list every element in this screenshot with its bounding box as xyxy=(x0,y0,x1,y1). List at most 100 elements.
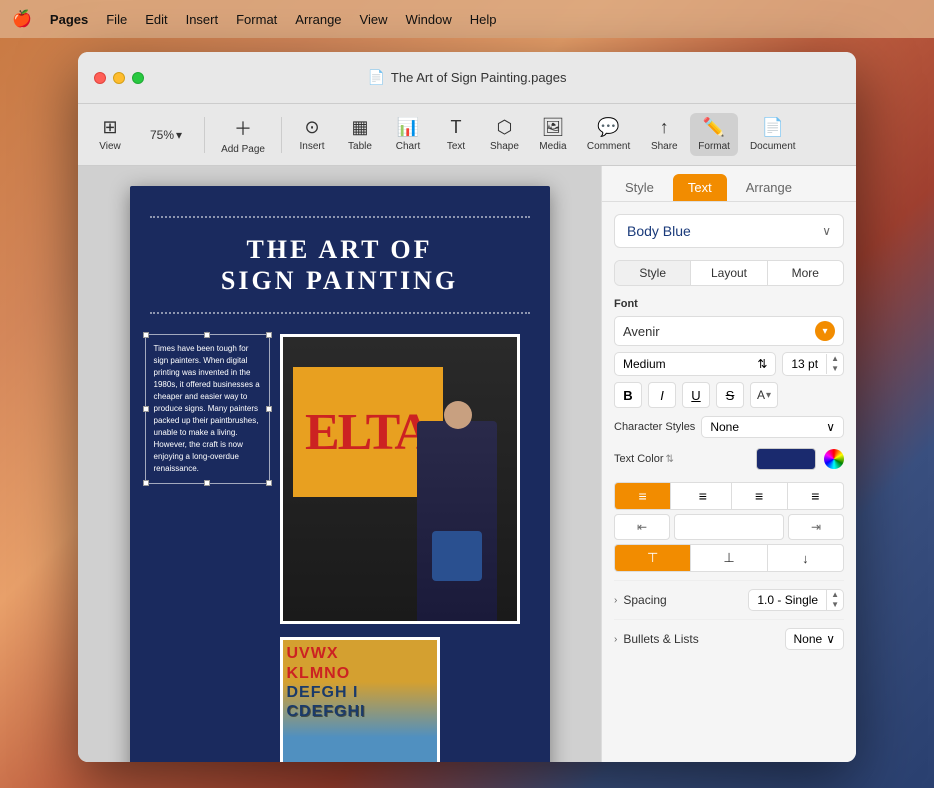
underline-button[interactable]: U xyxy=(682,382,710,408)
font-size-down[interactable]: ▼ xyxy=(827,364,843,374)
vert-align-top-button[interactable]: ⊤ xyxy=(614,544,690,572)
toolbar-add-page[interactable]: ＋ Add Page xyxy=(213,111,273,159)
tab-style[interactable]: Style xyxy=(610,174,669,201)
main-window: 📄 The Art of Sign Painting.pages ⊞ View … xyxy=(78,52,856,762)
main-photo[interactable]: ELTA xyxy=(280,334,520,624)
toolbar-view[interactable]: ⊞ View xyxy=(88,113,132,156)
menu-insert[interactable]: Insert xyxy=(186,12,219,27)
alpha-row-2: KLMNO xyxy=(287,664,433,683)
handle-top-middle[interactable] xyxy=(204,332,210,338)
right-panel: Style Text Arrange Body Blue ∨ Style Lay… xyxy=(601,166,856,762)
spacing-row[interactable]: › Spacing 1.0 - Single ▲ ▼ xyxy=(614,580,844,619)
alpha-row-3: DEFGH I xyxy=(287,683,433,702)
zoom-button[interactable] xyxy=(132,72,144,84)
sub-tab-style[interactable]: Style xyxy=(615,261,691,285)
toolbar-text[interactable]: T Text xyxy=(434,113,478,156)
color-wheel-icon[interactable] xyxy=(824,449,844,469)
menu-edit[interactable]: Edit xyxy=(145,12,167,27)
canvas-area[interactable]: THE ART OF SIGN PAINTING xyxy=(78,166,601,762)
bullets-chevron-down-icon: ∨ xyxy=(826,632,835,646)
text-icon: T xyxy=(451,117,462,138)
spacing-chevron-icon: › xyxy=(614,595,617,606)
menu-window[interactable]: Window xyxy=(405,12,451,27)
font-style-row: Medium ⇅ 13 pt ▲ ▼ xyxy=(614,352,844,376)
title-line-2: SIGN PAINTING xyxy=(150,265,530,296)
alphabet-photo[interactable]: UVWX KLMNO DEFGH I CDEFGHI xyxy=(280,637,440,762)
chart-icon: 📊 xyxy=(397,117,419,138)
zoom-value: 75% xyxy=(150,128,174,142)
spacing-control[interactable]: 1.0 - Single ▲ ▼ xyxy=(748,589,844,611)
insert-icon: ⊙ xyxy=(304,117,319,138)
font-name-selector[interactable]: Avenir ▾ xyxy=(614,316,844,346)
alpha-row-1: UVWX xyxy=(287,644,433,663)
style-name: Body Blue xyxy=(627,223,691,239)
handle-bottom-left[interactable] xyxy=(143,480,149,486)
toolbar-share[interactable]: ↑ Share xyxy=(642,113,686,156)
menu-file[interactable]: File xyxy=(106,12,127,27)
handle-middle-left[interactable] xyxy=(143,406,149,412)
bullets-value: None xyxy=(794,632,823,646)
char-styles-selector[interactable]: None ∨ xyxy=(701,416,844,438)
page-body: Times have been tough for sign painters.… xyxy=(130,334,550,762)
toolbar-media[interactable]: 🖼 Media xyxy=(531,113,575,156)
sub-tab-layout[interactable]: Layout xyxy=(691,261,767,285)
handle-bottom-right[interactable] xyxy=(266,480,272,486)
toolbar-shape[interactable]: ⬡ Shape xyxy=(482,113,527,156)
char-styles-chevron-icon: ∨ xyxy=(826,420,835,434)
handle-middle-right[interactable] xyxy=(266,406,272,412)
align-center-button[interactable]: ≡ xyxy=(670,482,730,510)
align-right-button[interactable]: ≡ xyxy=(731,482,787,510)
document-label: Document xyxy=(750,141,796,152)
text-box[interactable]: Times have been tough for sign painters.… xyxy=(145,334,270,484)
menu-arrange[interactable]: Arrange xyxy=(295,12,341,27)
font-size-value: 13 pt xyxy=(783,353,826,375)
style-chevron-icon: ∨ xyxy=(822,224,831,238)
close-button[interactable] xyxy=(94,72,106,84)
tab-arrange[interactable]: Arrange xyxy=(731,174,807,201)
menu-help[interactable]: Help xyxy=(470,12,497,27)
style-selector[interactable]: Body Blue ∨ xyxy=(614,214,844,248)
table-icon: ▦ xyxy=(351,117,368,138)
media-icon: 🖼 xyxy=(541,117,564,138)
align-left-button[interactable]: ≡ xyxy=(614,482,670,510)
indent-increase-button[interactable]: ⇥ xyxy=(788,514,844,540)
italic-button[interactable]: I xyxy=(648,382,676,408)
vert-align-bottom-button[interactable]: ↓ xyxy=(767,544,844,572)
tab-text[interactable]: Text xyxy=(673,174,727,201)
menu-format[interactable]: Format xyxy=(236,12,277,27)
comment-label: Comment xyxy=(587,141,630,152)
toolbar-chart[interactable]: 📊 Chart xyxy=(386,113,430,156)
font-style-arrows: ⇅ xyxy=(757,357,767,371)
toolbar-zoom[interactable]: 75% ▾ xyxy=(136,120,196,150)
handle-bottom-middle[interactable] xyxy=(204,480,210,486)
spacing-down-button[interactable]: ▼ xyxy=(827,600,843,610)
minimize-button[interactable] xyxy=(113,72,125,84)
format-label: Format xyxy=(698,141,730,152)
body-text[interactable]: Times have been tough for sign painters.… xyxy=(154,343,261,475)
toolbar-format[interactable]: ✏️ Format xyxy=(690,113,738,156)
app-name[interactable]: Pages xyxy=(50,12,88,27)
text-color-swatch[interactable] xyxy=(756,448,816,470)
indent-spacer xyxy=(674,514,784,540)
toolbar-insert[interactable]: ⊙ Insert xyxy=(290,113,334,156)
toolbar-comment[interactable]: 💬 Comment xyxy=(579,113,638,156)
bold-button[interactable]: B xyxy=(614,382,642,408)
bullets-selector[interactable]: None ∨ xyxy=(785,628,844,650)
zoom-display[interactable]: 75% ▾ xyxy=(144,124,188,146)
align-justify-button[interactable]: ≡ xyxy=(787,482,844,510)
toolbar-table[interactable]: ▦ Table xyxy=(338,113,382,156)
vertical-alignment-row: ⊤ ⊥ ↓ xyxy=(614,544,844,572)
indent-decrease-button[interactable]: ⇤ xyxy=(614,514,670,540)
sub-tab-more[interactable]: More xyxy=(768,261,843,285)
font-size-control[interactable]: 13 pt ▲ ▼ xyxy=(782,352,844,376)
strikethrough-button[interactable]: S xyxy=(716,382,744,408)
text-color-button[interactable]: A ▾ xyxy=(750,382,778,408)
vert-align-middle-button[interactable]: ⊥ xyxy=(690,544,766,572)
font-size-up[interactable]: ▲ xyxy=(827,354,843,364)
toolbar-document[interactable]: 📄 Document xyxy=(742,113,804,156)
font-style-selector[interactable]: Medium ⇅ xyxy=(614,352,776,376)
menu-view[interactable]: View xyxy=(360,12,388,27)
font-arrow-icon[interactable]: ▾ xyxy=(815,321,835,341)
spacing-up-button[interactable]: ▲ xyxy=(827,590,843,600)
apple-menu[interactable]: 🍎 xyxy=(12,9,32,29)
